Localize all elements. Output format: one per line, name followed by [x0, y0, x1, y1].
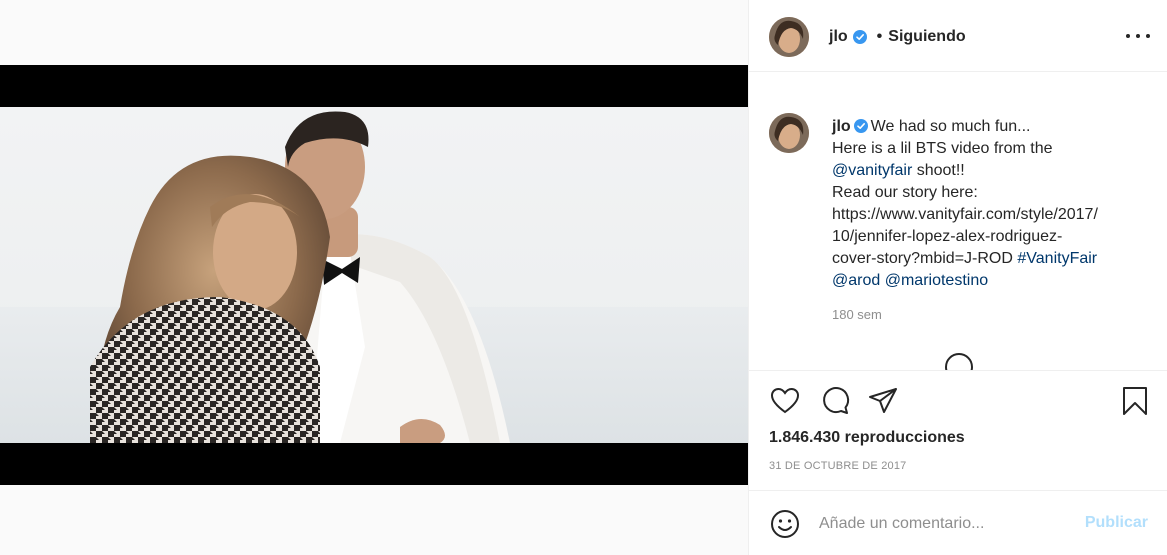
mention-link[interactable]: @arod [832, 272, 880, 289]
smiley-icon[interactable] [769, 508, 801, 540]
post-header: jlo • Siguiendo [749, 0, 1167, 72]
mention-link[interactable]: @mariotestino [885, 272, 988, 289]
comment-icon[interactable] [819, 385, 851, 417]
caption-text: shoot!! [912, 162, 965, 179]
caption-username[interactable]: jlo [832, 118, 851, 135]
separator-dot: • [876, 28, 883, 45]
avatar[interactable] [769, 17, 809, 57]
post-caption: jlo We had so much fun... Here is a lil B… [832, 116, 1148, 292]
caption-url: https://www.vanityfair.com/style/2017/ [832, 206, 1098, 223]
caption-text: Read our story here: [832, 184, 978, 201]
media-panel [0, 0, 748, 555]
caption-avatar[interactable] [769, 113, 809, 153]
heart-icon[interactable] [769, 385, 801, 417]
post-date[interactable]: 31 DE OCTUBRE DE 2017 [769, 460, 906, 472]
load-more-comments-icon[interactable] [945, 353, 973, 370]
caption-url: 10/jennifer-lopez-alex-rodriguez- [832, 228, 1063, 245]
add-comment-bar: Publicar [749, 490, 1167, 555]
post-sidebar: jlo • Siguiendo jlo We had so much fun...… [748, 0, 1167, 555]
bookmark-icon[interactable] [1119, 385, 1151, 417]
header-user-line: jlo • Siguiendo [829, 28, 966, 46]
post-actions: 1.846.430 reproducciones 31 DE OCTUBRE D… [749, 370, 1167, 490]
video-frame-image [0, 107, 748, 443]
caption-text: We had so much fun... [870, 118, 1031, 135]
comments-area: jlo We had so much fun... Here is a lil B… [749, 73, 1167, 370]
more-options-icon[interactable] [1126, 28, 1150, 44]
verified-badge-icon [852, 30, 867, 44]
caption-text: Here is a lil BTS video from the [832, 140, 1053, 157]
username-link[interactable]: jlo [829, 28, 848, 46]
mention-link[interactable]: @vanityfair [832, 162, 912, 179]
view-count[interactable]: 1.846.430 reproducciones [769, 429, 965, 447]
paper-plane-icon[interactable] [867, 385, 899, 417]
caption-url: cover-story?mbid=J-ROD [832, 250, 1013, 267]
caption-timestamp[interactable]: 180 sem [832, 307, 882, 322]
comment-input[interactable] [819, 511, 1069, 537]
hashtag-link[interactable]: #VanityFair [1017, 250, 1097, 267]
following-button[interactable]: Siguiendo [888, 28, 965, 46]
video-player[interactable] [0, 65, 748, 485]
verified-badge-icon [853, 119, 868, 133]
publish-button[interactable]: Publicar [1085, 514, 1148, 532]
